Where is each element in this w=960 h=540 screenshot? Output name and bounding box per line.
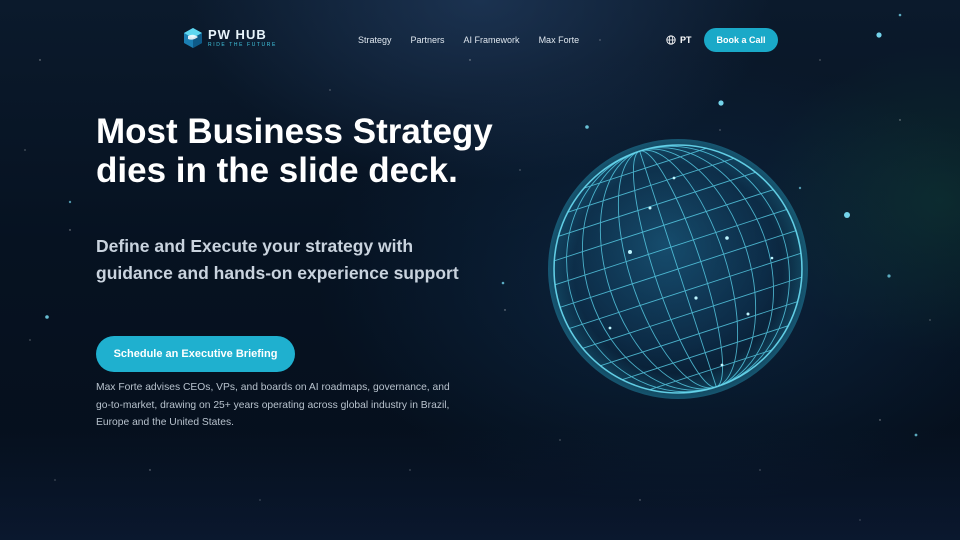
book-call-button[interactable]: Book a Call: [704, 28, 778, 52]
language-switcher[interactable]: PT: [666, 35, 692, 45]
logo-mark-icon: [184, 28, 202, 48]
nav-item-strategy[interactable]: Strategy: [358, 35, 392, 45]
brand-logo[interactable]: PW HUB RIDE THE FUTURE: [182, 27, 277, 49]
hero-title: Most Business Strategy dies in the slide…: [96, 112, 493, 190]
nav-item-max-forte[interactable]: Max Forte: [539, 35, 580, 45]
hero-description: Max Forte advises CEOs, VPs, and boards …: [96, 382, 450, 428]
bottom-glow: [0, 430, 960, 540]
nav-item-ai-framework[interactable]: AI Framework: [464, 35, 520, 45]
main-nav: Strategy Partners AI Framework Max Forte: [358, 35, 579, 45]
wireframe-globe-illustration: [548, 139, 808, 399]
nav-item-partners[interactable]: Partners: [411, 35, 445, 45]
globe-icon: [666, 35, 676, 45]
language-label: PT: [680, 35, 692, 45]
logo-title: PW HUB: [208, 27, 267, 42]
logo-tagline: RIDE THE FUTURE: [208, 42, 277, 48]
schedule-briefing-button[interactable]: Schedule an Executive Briefing: [96, 336, 295, 372]
hero-subtitle: Define and Execute your strategy with gu…: [96, 236, 459, 283]
